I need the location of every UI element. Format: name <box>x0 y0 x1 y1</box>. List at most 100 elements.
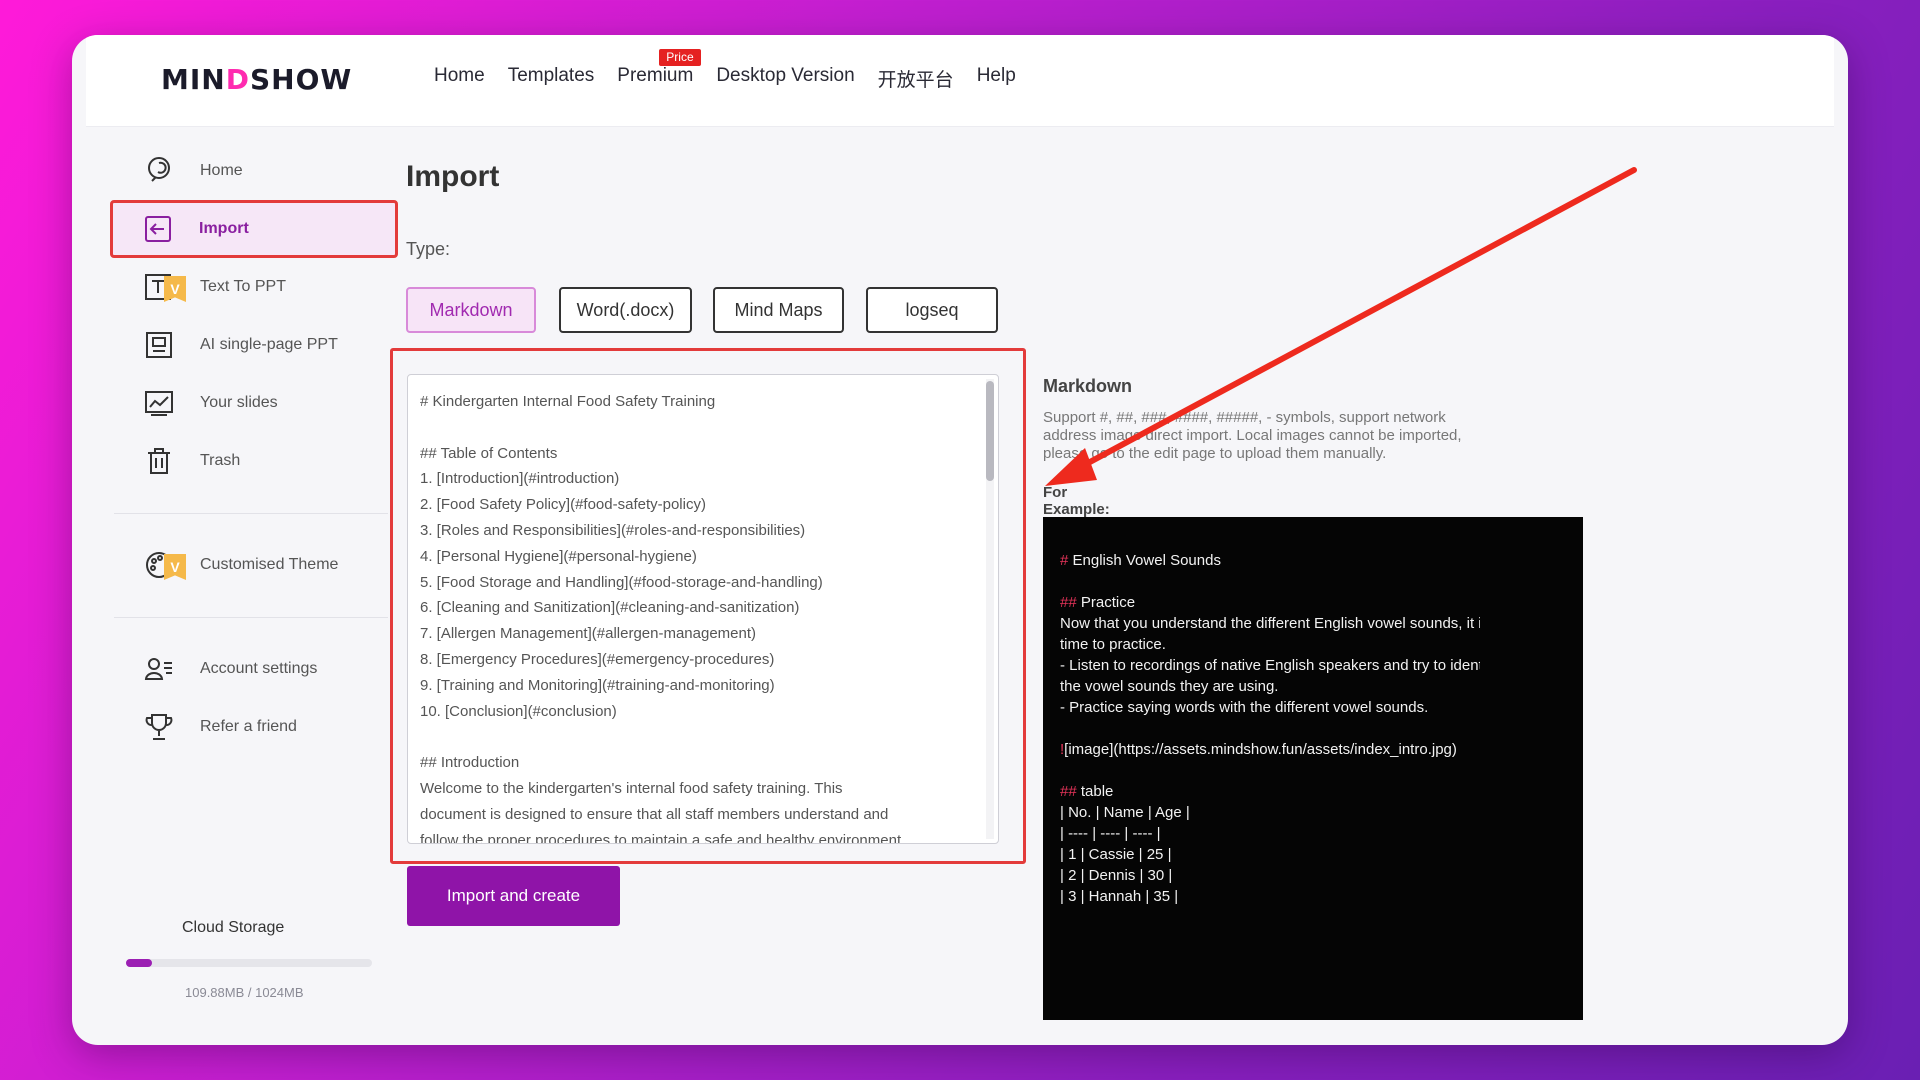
sidebar-item-label: Account settings <box>200 660 318 677</box>
logo-text-accent: D <box>225 63 250 96</box>
example-line-text: Now that you understand the different En… <box>1060 615 1480 632</box>
palette-icon: V <box>142 548 186 582</box>
import-and-create-button[interactable]: Import and create <box>407 866 620 926</box>
nav-premium[interactable]: Premium Price <box>617 49 701 92</box>
type-markdown-button[interactable]: Markdown <box>406 287 536 333</box>
example-line-text: - Practice saying words with the differe… <box>1060 699 1429 716</box>
example-line: the vowel sounds they are using. <box>1060 676 1480 697</box>
page-title: Import <box>406 160 500 193</box>
example-line-text: Practice <box>1076 594 1136 611</box>
editor-line: # Kindergarten Internal Food Safety Trai… <box>420 393 716 410</box>
nav-help[interactable]: Help <box>977 65 1016 92</box>
sidebar-divider <box>114 513 388 514</box>
sidebar-item-ai-single-page[interactable]: AI single-page PPT <box>114 316 404 374</box>
editor-line: 4. [Personal Hygiene](#personal-hygiene) <box>420 547 697 565</box>
nav-desktop-version[interactable]: Desktop Version <box>716 65 854 92</box>
example-line: | 3 | Hannah | 35 | <box>1060 886 1480 907</box>
editor-line: Welcome to the kindergarten's internal f… <box>420 779 843 797</box>
example-line: - Practice saying words with the differe… <box>1060 697 1480 718</box>
example-line-text <box>1060 720 1064 737</box>
type-label: Type: <box>406 239 451 259</box>
sidebar-item-label: Home <box>200 162 243 179</box>
sidebar-item-label: Refer a friend <box>200 718 297 735</box>
type-word-button[interactable]: Word(.docx) <box>559 287 692 333</box>
example-code-box: # English Vowel Sounds ## Practice Now t… <box>1043 517 1583 1020</box>
sidebar-item-refer-friend[interactable]: Refer a friend <box>114 698 404 756</box>
mindshow-logo[interactable]: MINDSHOW <box>161 63 352 96</box>
example-label: For Example: <box>1043 484 1110 518</box>
logo-text-prefix: MIN <box>161 63 226 96</box>
sidebar-item-label: Customised Theme <box>200 556 339 573</box>
editor-line: ## Table of Contents <box>420 444 558 462</box>
markdown-textarea[interactable]: # Kindergarten Internal Food Safety Trai… <box>407 374 999 844</box>
type-logseq-button[interactable]: logseq <box>866 287 998 333</box>
editor-line: follow the proper procedures to maintain… <box>420 831 902 844</box>
example-line <box>1060 760 1480 781</box>
sidebar-item-your-slides[interactable]: Your slides <box>114 374 404 432</box>
trash-icon <box>142 444 176 478</box>
example-line-text: | No. | Name | Age | <box>1060 804 1190 821</box>
storage-progress-fill <box>126 959 153 967</box>
editor-line: 5. [Food Storage and Handling](#food-sto… <box>420 573 823 591</box>
editor-line: 2. [Food Safety Policy](#food-safety-pol… <box>420 496 706 514</box>
nav-home[interactable]: Home <box>434 65 485 92</box>
editor-line: ## Introduction <box>420 754 520 772</box>
example-line: # English Vowel Sounds <box>1060 550 1480 571</box>
cloud-storage-title: Cloud Storage <box>182 919 285 936</box>
top-navbar: MINDSHOW Home Templates Premium Price De… <box>86 35 1834 127</box>
editor-line: document is designed to ensure that all … <box>420 805 889 823</box>
example-line: | ---- | ---- | ---- | <box>1060 823 1480 844</box>
example-line: time to practice. <box>1060 634 1480 655</box>
slide-icon <box>142 328 176 362</box>
type-mindmaps-button[interactable]: Mind Maps <box>713 287 844 333</box>
nav-open-platform[interactable]: 开放平台 <box>878 65 954 92</box>
editor-content: # Kindergarten Internal Food Safety Trai… <box>420 389 980 844</box>
sidebar-item-text-to-ppt[interactable]: V Text To PPT <box>114 258 404 316</box>
sidebar-item-trash[interactable]: Trash <box>114 432 404 490</box>
sidebar-divider <box>114 617 388 618</box>
example-line: ## Practice <box>1060 592 1480 613</box>
sidebar-item-import[interactable]: Import <box>110 200 398 258</box>
example-line-text: - Listen to recordings of native English… <box>1060 657 1480 674</box>
example-line: Now that you understand the different En… <box>1060 613 1480 634</box>
storage-progress-bar <box>126 959 372 967</box>
example-line: ## table <box>1060 781 1480 802</box>
sidebar-item-customised-theme[interactable]: V Customised Theme <box>114 536 404 594</box>
nav-templates[interactable]: Templates <box>508 65 595 92</box>
text-icon: V <box>142 270 186 304</box>
home-icon <box>142 154 176 188</box>
storage-usage-text: 109.88MB / 1024MB <box>185 985 304 1000</box>
app-window: MINDSHOW Home Templates Premium Price De… <box>72 35 1848 1045</box>
help-description: Support #, ##, ###, ####, #####, - symbo… <box>1043 409 1462 462</box>
help-title: Markdown <box>1043 376 1133 396</box>
example-line-text: | ---- | ---- | ---- | <box>1060 825 1161 842</box>
example-markdown-symbol: ## <box>1060 783 1077 800</box>
sidebar-item-label: Your slides <box>200 394 278 411</box>
editor-scrollbar[interactable] <box>986 379 994 839</box>
example-line-text: time to practice. <box>1060 636 1166 653</box>
editor-line: 8. [Emergency Procedures](#emergency-pro… <box>420 650 775 668</box>
sidebar-item-home[interactable]: Home <box>114 142 404 200</box>
example-line: | 1 | Cassie | 25 | <box>1060 844 1480 865</box>
example-line-text: | 3 | Hannah | 35 | <box>1060 888 1179 905</box>
example-line-text: | 2 | Dennis | 30 | <box>1060 867 1173 884</box>
vip-badge: V <box>164 276 186 302</box>
example-line: ![image](https://assets.mindshow.fun/ass… <box>1060 739 1480 760</box>
import-icon <box>141 212 175 246</box>
editor-line: 7. [Allergen Management](#allergen-manag… <box>420 625 757 643</box>
sidebar-item-account-settings[interactable]: Account settings <box>114 640 404 698</box>
nav-premium-label: Premium <box>617 65 694 86</box>
example-line-text: | 1 | Cassie | 25 | <box>1060 846 1172 863</box>
account-icon <box>142 652 176 686</box>
editor-scrollbar-thumb[interactable] <box>986 381 994 481</box>
price-badge: Price <box>659 49 701 66</box>
editor-line: 1. [Introduction](#introduction) <box>420 470 620 488</box>
example-line-text: table <box>1076 783 1114 800</box>
logo-text-suffix: SHOW <box>249 63 353 96</box>
sidebar-item-label: Text To PPT <box>200 278 286 295</box>
example-content: # English Vowel Sounds ## Practice Now t… <box>1060 550 1480 907</box>
example-line-text: English Vowel Sounds <box>1068 552 1221 569</box>
example-line-text: [image](https://assets.mindshow.fun/asse… <box>1064 741 1457 758</box>
